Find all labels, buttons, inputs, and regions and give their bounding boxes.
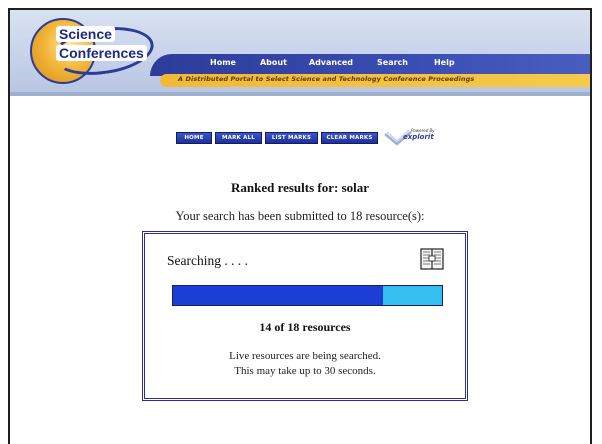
book-icon (420, 247, 444, 271)
clear-marks-button[interactable]: CLEAR MARKS (321, 132, 378, 144)
explorit-wordmark: explorit (403, 133, 434, 141)
search-notice-line-1: Live resources are being searched. (229, 350, 381, 362)
main-nav: Home About Advanced Search Help (210, 58, 455, 67)
nav-search-link[interactable]: Search (377, 58, 408, 67)
nav-home-link[interactable]: Home (210, 58, 236, 67)
site-header: A Distributed Portal to Select Science a… (10, 10, 590, 92)
search-progress-bar (172, 285, 443, 306)
submission-status: Your search has been submitted to 18 res… (175, 209, 425, 223)
header-divider (10, 92, 590, 96)
nav-about-link[interactable]: About (260, 58, 287, 67)
logo-word-science: Science (56, 26, 115, 42)
search-notice: Live resources are being searched. This … (145, 349, 465, 379)
browser-page: A Distributed Portal to Select Science a… (8, 8, 592, 444)
site-logo[interactable]: Science Conferences (30, 16, 160, 88)
home-button[interactable]: HOME (176, 132, 212, 144)
search-progress-fill (173, 286, 383, 305)
mark-all-button[interactable]: MARK ALL (215, 132, 262, 144)
results-toolbar: HOME MARK ALL LIST MARKS CLEAR MARKS Pow… (176, 128, 435, 148)
powered-by-explorit-logo[interactable]: Powered By explorit (383, 128, 435, 148)
site-tagline: A Distributed Portal to Select Science a… (178, 75, 475, 83)
search-progress-panel: Searching . . . . 14 of 18 resources Liv… (142, 231, 468, 401)
results-heading: Ranked results for: solar (230, 180, 370, 195)
logo-word-conferences: Conferences (56, 45, 147, 61)
searching-label: Searching . . . . (167, 253, 248, 268)
search-notice-line-2: This may take up to 30 seconds. (234, 365, 376, 377)
nav-help-link[interactable]: Help (434, 58, 455, 67)
list-marks-button[interactable]: LIST MARKS (265, 132, 318, 144)
resource-count: 14 of 18 resources (259, 320, 351, 334)
nav-advanced-link[interactable]: Advanced (309, 58, 353, 67)
